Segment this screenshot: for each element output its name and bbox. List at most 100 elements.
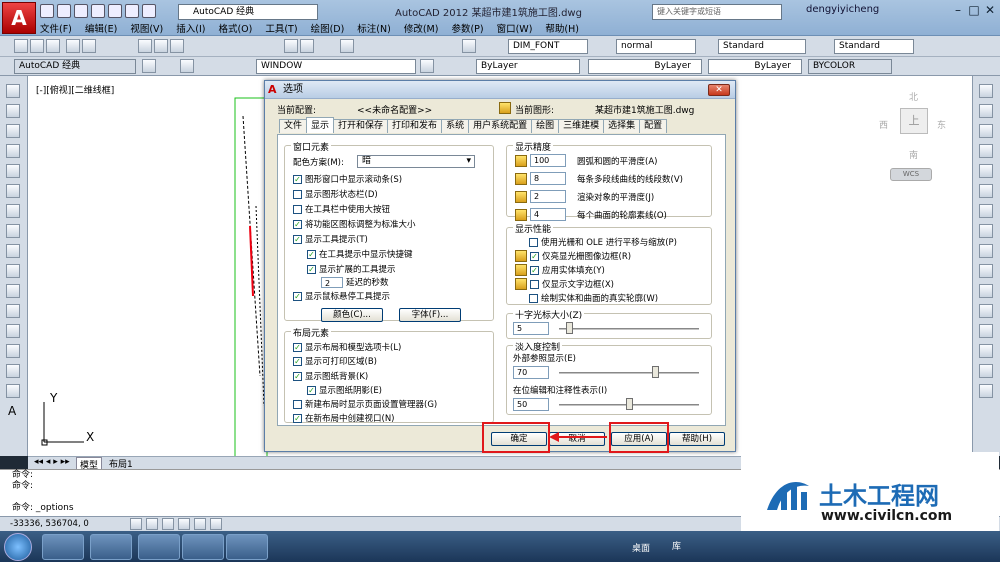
viewcube-south[interactable]: 南 xyxy=(909,148,918,161)
stretch-icon[interactable] xyxy=(979,244,993,258)
menu-edit[interactable]: 编辑(E) xyxy=(85,21,117,35)
mtext-icon[interactable]: A xyxy=(8,404,16,418)
workspace-switcher[interactable]: AutoCAD 经典 xyxy=(178,4,318,20)
checkbox[interactable] xyxy=(529,293,538,303)
table-style-select[interactable]: Standard xyxy=(718,39,806,54)
make-block-icon[interactable] xyxy=(6,284,20,298)
polyline-icon[interactable] xyxy=(6,124,20,138)
viewcube-east[interactable]: 东 xyxy=(937,118,946,131)
option-status-bar[interactable]: 显示图形状态栏(D) xyxy=(293,188,378,200)
xref-display-input[interactable]: 70 xyxy=(513,366,549,379)
checkbox[interactable]: ✓ xyxy=(293,342,302,352)
tab-selection[interactable]: 选择集 xyxy=(603,119,641,133)
ie-taskbar-icon[interactable] xyxy=(182,534,224,560)
menu-draw[interactable]: 绘图(D) xyxy=(311,21,345,35)
help-icon[interactable] xyxy=(462,39,476,53)
viewcube-north[interactable]: 北 xyxy=(909,90,918,103)
plotstyle-select[interactable]: BYCOLOR xyxy=(808,59,892,74)
redo-icon[interactable] xyxy=(142,4,156,18)
properties-icon[interactable] xyxy=(340,39,354,53)
linetype-select[interactable]: ByLayer xyxy=(588,59,702,74)
mleader-style-select[interactable]: Standard xyxy=(834,39,914,54)
explode-icon[interactable] xyxy=(979,384,993,398)
dialog-close-button[interactable]: ✕ xyxy=(708,84,730,96)
tab-open-save[interactable]: 打开和保存 xyxy=(333,119,389,133)
gradient-icon[interactable] xyxy=(6,344,20,358)
tab-3d-modeling[interactable]: 三维建模 xyxy=(558,119,605,133)
layer-manager-icon[interactable] xyxy=(180,59,194,73)
option-large-buttons[interactable]: 在工具栏中使用大按钮 xyxy=(293,203,390,215)
coordinates-readout[interactable]: -33336, 536704, 0 xyxy=(10,519,89,529)
extend-icon[interactable] xyxy=(979,284,993,298)
menu-dimension[interactable]: 标注(N) xyxy=(357,21,391,35)
offset-icon[interactable] xyxy=(979,144,993,158)
tab-nav-icon[interactable]: ◂◂ ◂ ▸ ▸▸ xyxy=(34,457,70,467)
viewport-controls[interactable]: [-][俯视][二维线框] xyxy=(36,83,114,96)
polyline-segments-input[interactable]: 8 xyxy=(530,172,566,185)
erase-icon[interactable] xyxy=(979,84,993,98)
new-icon[interactable] xyxy=(40,4,54,18)
insert-block-icon[interactable] xyxy=(6,264,20,278)
menu-window[interactable]: 窗口(W) xyxy=(497,21,533,35)
maximize-icon[interactable]: □ xyxy=(966,3,982,19)
menu-file[interactable]: 文件(F) xyxy=(40,21,72,35)
render-smoothness-input[interactable]: 2 xyxy=(530,190,566,203)
open-file-icon[interactable] xyxy=(30,39,44,53)
tab-user-preferences[interactable]: 用户系统配置 xyxy=(468,119,533,133)
tab-plot-publish[interactable]: 打印和发布 xyxy=(387,119,443,133)
scale-icon[interactable] xyxy=(979,224,993,238)
checkbox[interactable]: ✓ xyxy=(293,413,302,423)
tab-files[interactable]: 文件 xyxy=(279,119,308,133)
fonts-button[interactable]: 字体(F)... xyxy=(399,308,461,322)
arc-icon[interactable] xyxy=(6,184,20,198)
option-page-setup-manager[interactable]: 新建布局时显示页面设置管理器(G) xyxy=(293,398,437,410)
paint-taskbar-icon[interactable] xyxy=(138,534,180,560)
checkbox[interactable] xyxy=(293,204,302,214)
option-true-silhouettes[interactable]: 绘制实体和曲面的真实轮廓(W) xyxy=(529,292,658,304)
crosshair-slider-thumb[interactable] xyxy=(565,322,573,334)
minimize-icon[interactable]: – xyxy=(950,3,966,19)
help-search-input[interactable]: 键入关键字或短语 xyxy=(652,4,782,20)
undo-icon[interactable] xyxy=(125,4,139,18)
open-icon[interactable] xyxy=(57,4,71,18)
crosshair-slider-track[interactable] xyxy=(559,328,699,330)
checkbox[interactable]: ✓ xyxy=(307,249,316,259)
close-icon[interactable]: ✕ xyxy=(982,3,998,19)
lineweight-select[interactable]: ByLayer xyxy=(708,59,802,74)
move-icon[interactable] xyxy=(979,184,993,198)
checkbox[interactable]: ✓ xyxy=(293,291,302,301)
color-select[interactable]: ByLayer xyxy=(476,59,580,74)
print-icon[interactable] xyxy=(108,4,122,18)
hatch-icon[interactable] xyxy=(6,324,20,338)
checkbox[interactable] xyxy=(529,237,538,247)
arc-smoothness-input[interactable]: 100 xyxy=(530,154,566,167)
mirror-icon[interactable] xyxy=(979,124,993,138)
taskbar-library[interactable]: 库 xyxy=(672,539,681,552)
application-menu-button[interactable]: A xyxy=(2,2,36,34)
xref-slider-track[interactable] xyxy=(559,372,699,374)
option-raster-frame[interactable]: ✓ 仅亮显光栅图像边框(R) xyxy=(515,250,631,262)
colors-button[interactable]: 颜色(C)... xyxy=(321,308,383,322)
menu-help[interactable]: 帮助(H) xyxy=(545,21,579,35)
option-paper-shadow[interactable]: ✓ 显示图纸阴影(E) xyxy=(307,384,382,396)
checkbox[interactable]: ✓ xyxy=(530,265,539,275)
option-ribbon-icons[interactable]: ✓ 将功能区图标调整为标准大小 xyxy=(293,218,416,230)
menu-tools[interactable]: 工具(T) xyxy=(265,21,297,35)
snap-icon[interactable] xyxy=(130,518,142,530)
user-name[interactable]: dengyiyicheng xyxy=(806,4,879,15)
pan-icon[interactable] xyxy=(284,39,298,53)
menu-format[interactable]: 格式(O) xyxy=(218,21,252,35)
grid-icon[interactable] xyxy=(146,518,158,530)
taskbar-desktop[interactable]: 桌面 xyxy=(632,541,650,554)
option-solid-fill[interactable]: ✓ 应用实体填充(Y) xyxy=(515,264,605,276)
checkbox[interactable]: ✓ xyxy=(530,251,539,261)
inplace-edit-input[interactable]: 50 xyxy=(513,398,549,411)
checkbox[interactable]: ✓ xyxy=(307,385,316,395)
viewcube-top[interactable]: 上 xyxy=(900,108,928,134)
construction-line-icon[interactable] xyxy=(6,104,20,118)
option-extended-tooltips[interactable]: ✓ 显示扩展的工具提示 xyxy=(307,263,396,275)
settings-icon[interactable] xyxy=(142,59,156,73)
help-button[interactable]: 帮助(H) xyxy=(669,432,725,446)
tab-system[interactable]: 系统 xyxy=(441,119,470,133)
fillet-icon[interactable] xyxy=(979,364,993,378)
